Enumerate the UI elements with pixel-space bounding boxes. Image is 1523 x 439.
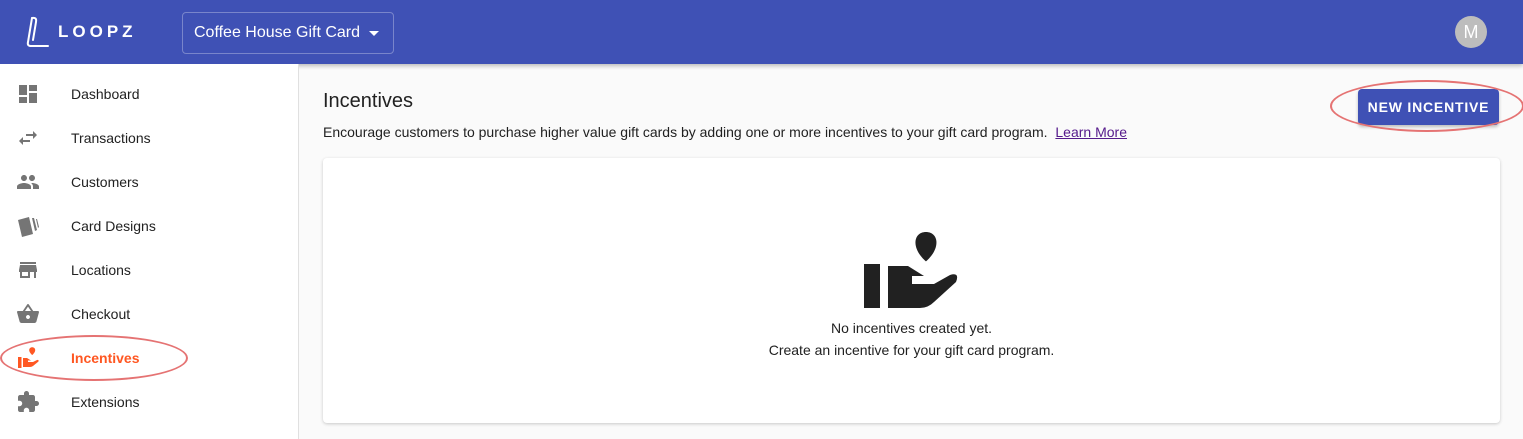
puzzle-icon (18, 391, 39, 412)
sidebar: Dashboard Transactions Customers Card De… (0, 64, 299, 439)
avatar[interactable]: M (1455, 16, 1487, 48)
swap-arrows-icon (19, 131, 37, 145)
empty-state-card: No incentives created yet. Create an inc… (323, 158, 1500, 423)
cards-icon (18, 217, 39, 237)
sidebar-item-label: Checkout (71, 306, 131, 322)
hand-heart-icon (864, 232, 958, 308)
brand[interactable]: LOOPZ (22, 16, 137, 48)
empty-state-subtitle: Create an incentive for your gift card p… (768, 342, 1055, 358)
people-icon (17, 175, 39, 189)
brand-name: LOOPZ (58, 22, 137, 41)
page-title: Incentives (323, 90, 414, 112)
sidebar-item-label: Card Designs (71, 218, 156, 234)
sidebar-item-label: Transactions (71, 130, 151, 146)
sidebar-item-incentives[interactable]: Incentives (0, 336, 298, 380)
sidebar-item-label: Extensions (71, 394, 140, 410)
hand-heart-icon (18, 347, 39, 368)
program-selector[interactable]: Coffee House Gift Card (182, 12, 394, 54)
sidebar-item-card-designs[interactable]: Card Designs (0, 204, 298, 248)
sidebar-item-locations[interactable]: Locations (0, 248, 298, 292)
page-description: Encourage customers to purchase higher v… (323, 124, 1127, 140)
new-incentive-button[interactable]: NEW INCENTIVE (1358, 89, 1499, 125)
dashboard-icon (19, 85, 37, 103)
sidebar-item-customers[interactable]: Customers (0, 160, 298, 204)
learn-more-link[interactable]: Learn More (1055, 124, 1127, 140)
sidebar-item-checkout[interactable]: Checkout (0, 292, 298, 336)
main-content: Incentives Encourage customers to purcha… (299, 64, 1523, 439)
loopz-logo-icon (26, 16, 49, 47)
sidebar-item-label: Customers (71, 174, 139, 190)
sidebar-item-transactions[interactable]: Transactions (0, 116, 298, 160)
page-description-text: Encourage customers to purchase higher v… (323, 124, 1048, 140)
sidebar-item-dashboard[interactable]: Dashboard (0, 72, 298, 116)
sidebar-item-label: Locations (71, 262, 131, 278)
sidebar-item-label: Dashboard (71, 86, 140, 102)
program-selector-value: Coffee House Gift Card (194, 24, 361, 41)
sidebar-item-label: Incentives (71, 350, 140, 366)
storefront-icon (19, 262, 37, 278)
empty-state-title: No incentives created yet. (830, 320, 993, 336)
app-bar: LOOPZ Coffee House Gift Card M (0, 0, 1523, 64)
sidebar-item-extensions[interactable]: Extensions (0, 380, 298, 424)
chevron-down-icon (369, 30, 380, 36)
basket-icon (17, 304, 39, 323)
